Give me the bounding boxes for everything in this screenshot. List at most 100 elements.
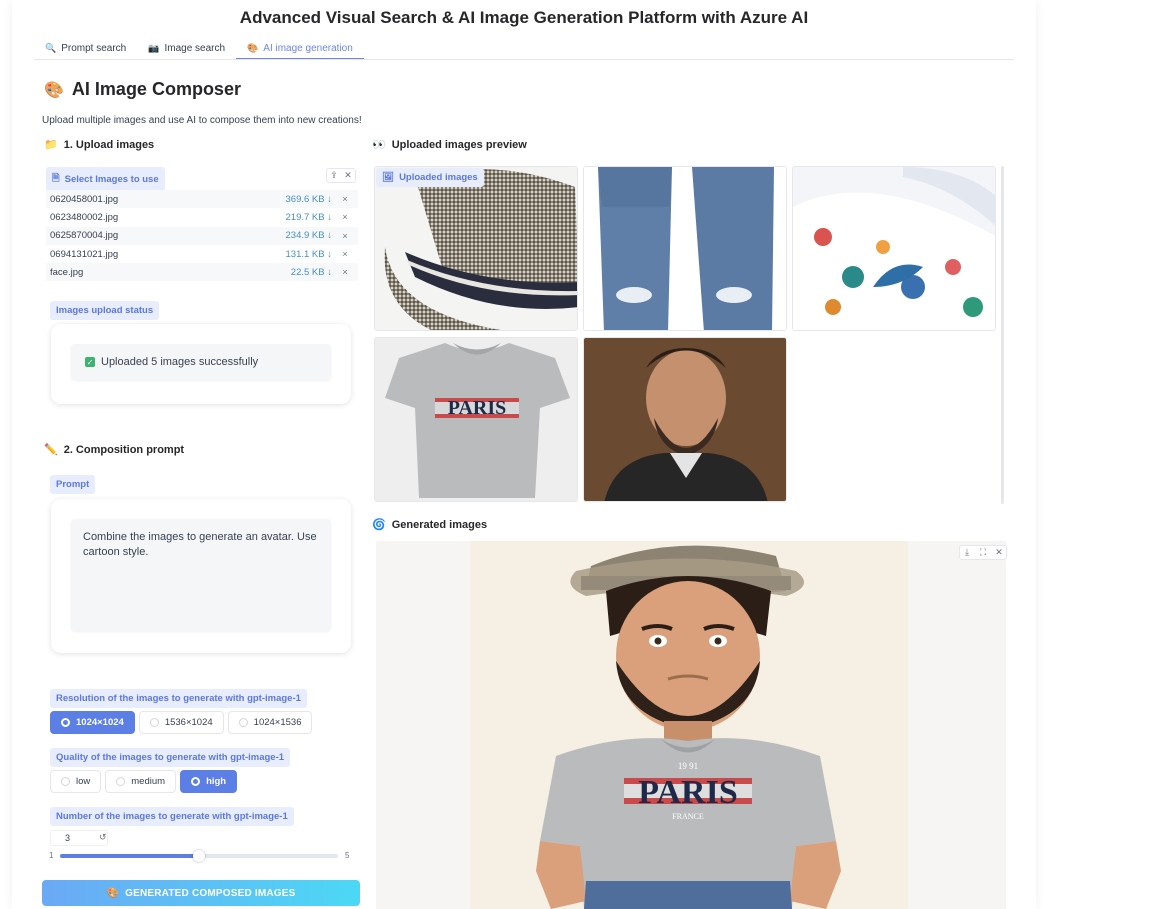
- file-size-download-link[interactable]: 369.6 KB ↓: [272, 194, 332, 205]
- number-slider[interactable]: [60, 850, 338, 862]
- file-name: 0694131021.jpg: [50, 248, 119, 260]
- avatar-image: 19 91 PARIS FRANCE: [376, 541, 1006, 909]
- radio-label: high: [206, 776, 227, 787]
- radio-dot: [149, 718, 159, 727]
- clear-icon[interactable]: ✕: [341, 169, 355, 182]
- file-row: 0694131021.jpg 131.1 KB ↓ ×: [46, 245, 358, 263]
- gallery-scrollbar[interactable]: [1001, 166, 1004, 504]
- radio-label: 1024×1024: [76, 717, 124, 728]
- radio-dot: [61, 718, 70, 727]
- tab-ai-image-generation[interactable]: 🎨 AI image generation: [236, 38, 364, 59]
- select-images-chip: 🗎 Select Images to use: [46, 167, 165, 191]
- tshirt-illustration: PARIS: [375, 338, 577, 501]
- file-upload-widget[interactable]: 🗎 Select Images to use ⇪ ✕ 0620458001.jp…: [46, 164, 358, 284]
- fullscreen-icon[interactable]: ⛶: [976, 546, 990, 559]
- prompt-textarea[interactable]: Combine the images to generate an avatar…: [71, 519, 331, 631]
- hat-image[interactable]: [374, 166, 578, 331]
- eyes-icon: 👀: [372, 139, 386, 151]
- uploaded-images-label: Uploaded images: [399, 172, 478, 183]
- portrait-illustration: [584, 338, 786, 501]
- tab-prompt-search[interactable]: 🔍 Prompt search: [34, 38, 137, 59]
- jeans-image[interactable]: [583, 166, 787, 331]
- preview-section-title-text: Uploaded images preview: [391, 138, 527, 151]
- file-name: 0623480002.jpg: [50, 211, 119, 223]
- file-size-download-link[interactable]: 22.5 KB ↓: [272, 267, 332, 278]
- app-window: Advanced Visual Search & AI Image Genera…: [12, 0, 1036, 909]
- check-icon: ✓: [85, 357, 95, 367]
- generated-section-title: 🌀 Generated images: [372, 518, 488, 532]
- uploaded-images-gallery: PARIS: [374, 166, 1006, 504]
- radio-dot: [61, 777, 70, 786]
- reset-icon[interactable]: ↺: [99, 832, 107, 843]
- quality-option-high[interactable]: high: [180, 770, 238, 793]
- upload-status-label: Images upload status: [50, 301, 160, 320]
- close-icon[interactable]: ✕: [992, 546, 1006, 559]
- remove-file-button[interactable]: ×: [332, 194, 358, 204]
- remove-file-button[interactable]: ×: [332, 212, 358, 222]
- select-images-label: Select Images to use: [64, 173, 159, 185]
- upload-icon[interactable]: ⇪: [327, 169, 341, 182]
- generated-section-title-text: Generated images: [391, 518, 488, 531]
- file-list: 0620458001.jpg 369.6 KB ↓ × 0623480002.j…: [46, 190, 358, 282]
- floral-shoes-image[interactable]: [792, 166, 996, 331]
- palette-icon: 🎨: [106, 887, 120, 899]
- composer-heading: 🎨 AI Image Composer: [44, 79, 241, 100]
- file-row: 0620458001.jpg 369.6 KB ↓ ×: [46, 190, 358, 209]
- tab-label: Prompt search: [61, 43, 127, 54]
- remove-file-button[interactable]: ×: [332, 231, 358, 241]
- composition-section-title: ✏️ 2. Composition prompt: [44, 443, 184, 457]
- quality-option-low[interactable]: low: [50, 770, 102, 793]
- generate-composed-images-button[interactable]: 🎨 GENERATED COMPOSED IMAGES: [42, 880, 360, 906]
- resolution-option-1024x1536[interactable]: 1024×1536: [227, 711, 313, 734]
- preview-section-title: 👀 Uploaded images preview: [372, 138, 527, 152]
- upload-section-title-text: 1. Upload images: [63, 138, 155, 151]
- radio-label: medium: [131, 776, 166, 787]
- folder-icon: 📁: [44, 139, 58, 151]
- page-title: Advanced Visual Search & AI Image Genera…: [239, 8, 809, 27]
- generated-image-toolbar: ⤓ ⛶ ✕: [959, 545, 1007, 560]
- resolution-option-1536x1024[interactable]: 1536×1024: [138, 711, 224, 734]
- quality-radio-group: low medium high: [50, 770, 238, 793]
- remove-file-button[interactable]: ×: [332, 267, 358, 277]
- quality-option-medium[interactable]: medium: [105, 770, 177, 793]
- slider-thumb[interactable]: [193, 850, 205, 862]
- resolution-label: Resolution of the images to generate wit…: [50, 689, 307, 708]
- remove-file-button[interactable]: ×: [332, 249, 358, 259]
- file-name: face.jpg: [50, 266, 84, 278]
- floral-shoes-illustration: [793, 167, 995, 330]
- resolution-option-1024x1024[interactable]: 1024×1024: [50, 711, 135, 734]
- hat-illustration: [375, 167, 577, 330]
- radio-dot: [116, 777, 126, 786]
- file-name: 0625870004.jpg: [50, 230, 119, 242]
- file-size-download-link[interactable]: 219.7 KB ↓: [272, 212, 332, 223]
- tab-label: AI image generation: [263, 42, 353, 54]
- file-name: 0620458001.jpg: [50, 193, 119, 205]
- jeans-illustration: [584, 167, 786, 330]
- generate-button-label: GENERATED COMPOSED IMAGES: [125, 887, 296, 899]
- palette-icon: 🎨: [44, 81, 64, 99]
- magnifier-icon: 🔍: [45, 43, 57, 53]
- generated-image-viewer[interactable]: 19 91 PARIS FRANCE: [376, 541, 1006, 909]
- radio-dot: [238, 718, 248, 727]
- camera-icon: 📷: [148, 43, 160, 53]
- prompt-label: Prompt: [50, 475, 96, 494]
- paris-tshirt-image[interactable]: PARIS: [374, 337, 578, 502]
- file-size-download-link[interactable]: 234.9 KB ↓: [272, 230, 332, 241]
- pencil-icon: ✏️: [44, 444, 58, 456]
- swirl-icon: 🌀: [372, 519, 386, 531]
- portrait-image[interactable]: [583, 337, 787, 502]
- resolution-radio-group: 1024×1024 1536×1024 1024×1536: [50, 711, 313, 734]
- tab-image-search[interactable]: 📷 Image search: [137, 38, 236, 59]
- avatar-tshirt-subtext: FRANCE: [672, 812, 704, 821]
- file-row: 0623480002.jpg 219.7 KB ↓ ×: [46, 208, 358, 226]
- radio-label: 1024×1536: [253, 717, 302, 728]
- composer-subtitle: Upload multiple images and use AI to com…: [42, 115, 362, 126]
- tab-label: Image search: [164, 43, 226, 54]
- file-size-download-link[interactable]: 131.1 KB ↓: [272, 249, 332, 260]
- prompt-card: Combine the images to generate an avatar…: [51, 499, 351, 653]
- upload-status-card: ✓ Uploaded 5 images successfully: [51, 324, 351, 404]
- file-row: 0625870004.jpg 234.9 KB ↓ ×: [46, 226, 358, 245]
- slider-min-label: 1: [49, 851, 54, 860]
- upload-status-text: Uploaded 5 images successfully: [101, 356, 259, 368]
- download-icon[interactable]: ⤓: [960, 546, 974, 559]
